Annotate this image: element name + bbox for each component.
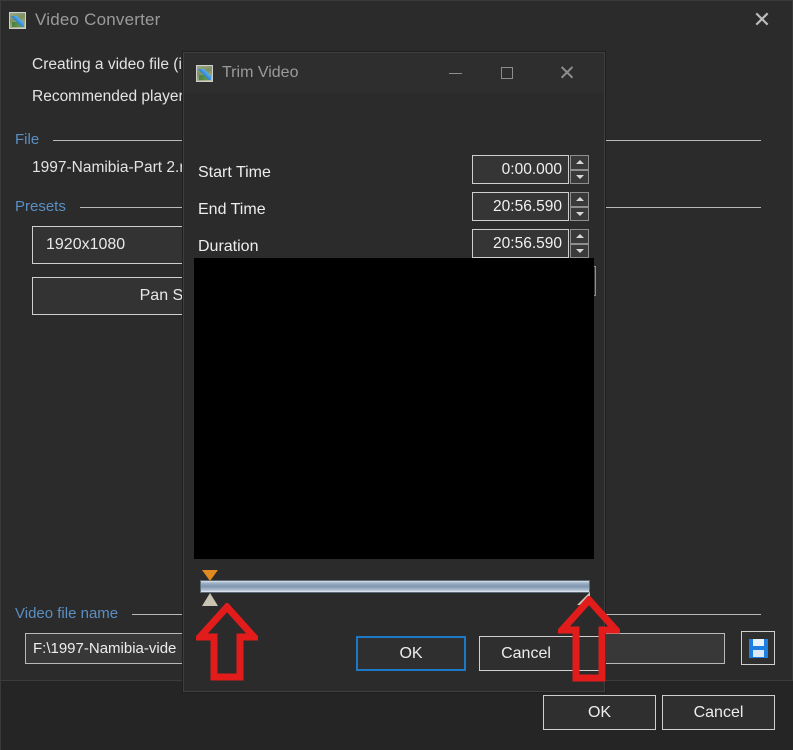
trim-dialog-title: Trim Video <box>222 64 299 81</box>
section-presets-label: Presets <box>15 198 66 215</box>
main-titlebar: Video Converter <box>1 1 792 39</box>
section-file-label: File <box>15 131 40 148</box>
main-ok-button[interactable]: OK <box>543 695 656 730</box>
end-time-stepper[interactable] <box>570 192 589 221</box>
app-video-icon <box>196 64 213 82</box>
slider-track[interactable] <box>200 580 590 593</box>
end-trim-handle[interactable] <box>577 592 590 605</box>
floppy-save-icon <box>748 638 768 658</box>
duration-stepper[interactable] <box>570 229 589 258</box>
trim-ok-button[interactable]: OK <box>356 636 466 671</box>
start-time-input[interactable]: 0:00.000 <box>472 155 569 184</box>
end-time-input[interactable]: 20:56.590 <box>472 192 569 221</box>
info-line-recommended: Recommended player <box>32 88 184 105</box>
start-time-stepper[interactable] <box>570 155 589 184</box>
start-trim-handle[interactable] <box>202 570 219 606</box>
start-handle-icon <box>202 593 218 606</box>
trim-range-slider[interactable] <box>194 568 594 613</box>
app-video-icon <box>9 11 26 29</box>
file-name-value: 1997-Namibia-Part 2.m <box>32 159 193 176</box>
trim-video-dialog: Trim Video ✕ Start Time 0:00.000 End Tim… <box>183 52 605 692</box>
trim-dialog-titlebar: Trim Video <box>184 53 604 93</box>
stepper-up-icon[interactable] <box>570 192 589 207</box>
duration-input[interactable]: 20:56.590 <box>472 229 569 258</box>
video-preview[interactable] <box>194 258 594 559</box>
end-time-label: End Time <box>198 201 266 218</box>
stepper-up-icon[interactable] <box>570 155 589 170</box>
minimize-icon[interactable] <box>432 53 478 93</box>
section-video-file-name-label: Video file name <box>15 605 119 622</box>
maximize-icon[interactable] <box>484 53 530 93</box>
save-button[interactable] <box>741 631 775 665</box>
stepper-down-icon[interactable] <box>570 206 589 221</box>
main-cancel-button[interactable]: Cancel <box>662 695 775 730</box>
close-icon[interactable]: ✕ <box>544 53 590 93</box>
field-row-end-time: End Time 20:56.590 <box>184 192 604 225</box>
info-line-creating: Creating a video file (i <box>32 56 182 73</box>
main-window-title: Video Converter <box>35 10 161 29</box>
stepper-down-icon[interactable] <box>570 169 589 184</box>
close-icon[interactable]: ✕ <box>740 5 784 35</box>
field-row-start-time: Start Time 0:00.000 <box>184 155 604 188</box>
stepper-up-icon[interactable] <box>570 229 589 244</box>
start-time-label: Start Time <box>198 164 271 181</box>
trim-cancel-button[interactable]: Cancel <box>479 636 601 671</box>
stepper-down-icon[interactable] <box>570 243 589 258</box>
playhead-icon <box>202 570 218 581</box>
